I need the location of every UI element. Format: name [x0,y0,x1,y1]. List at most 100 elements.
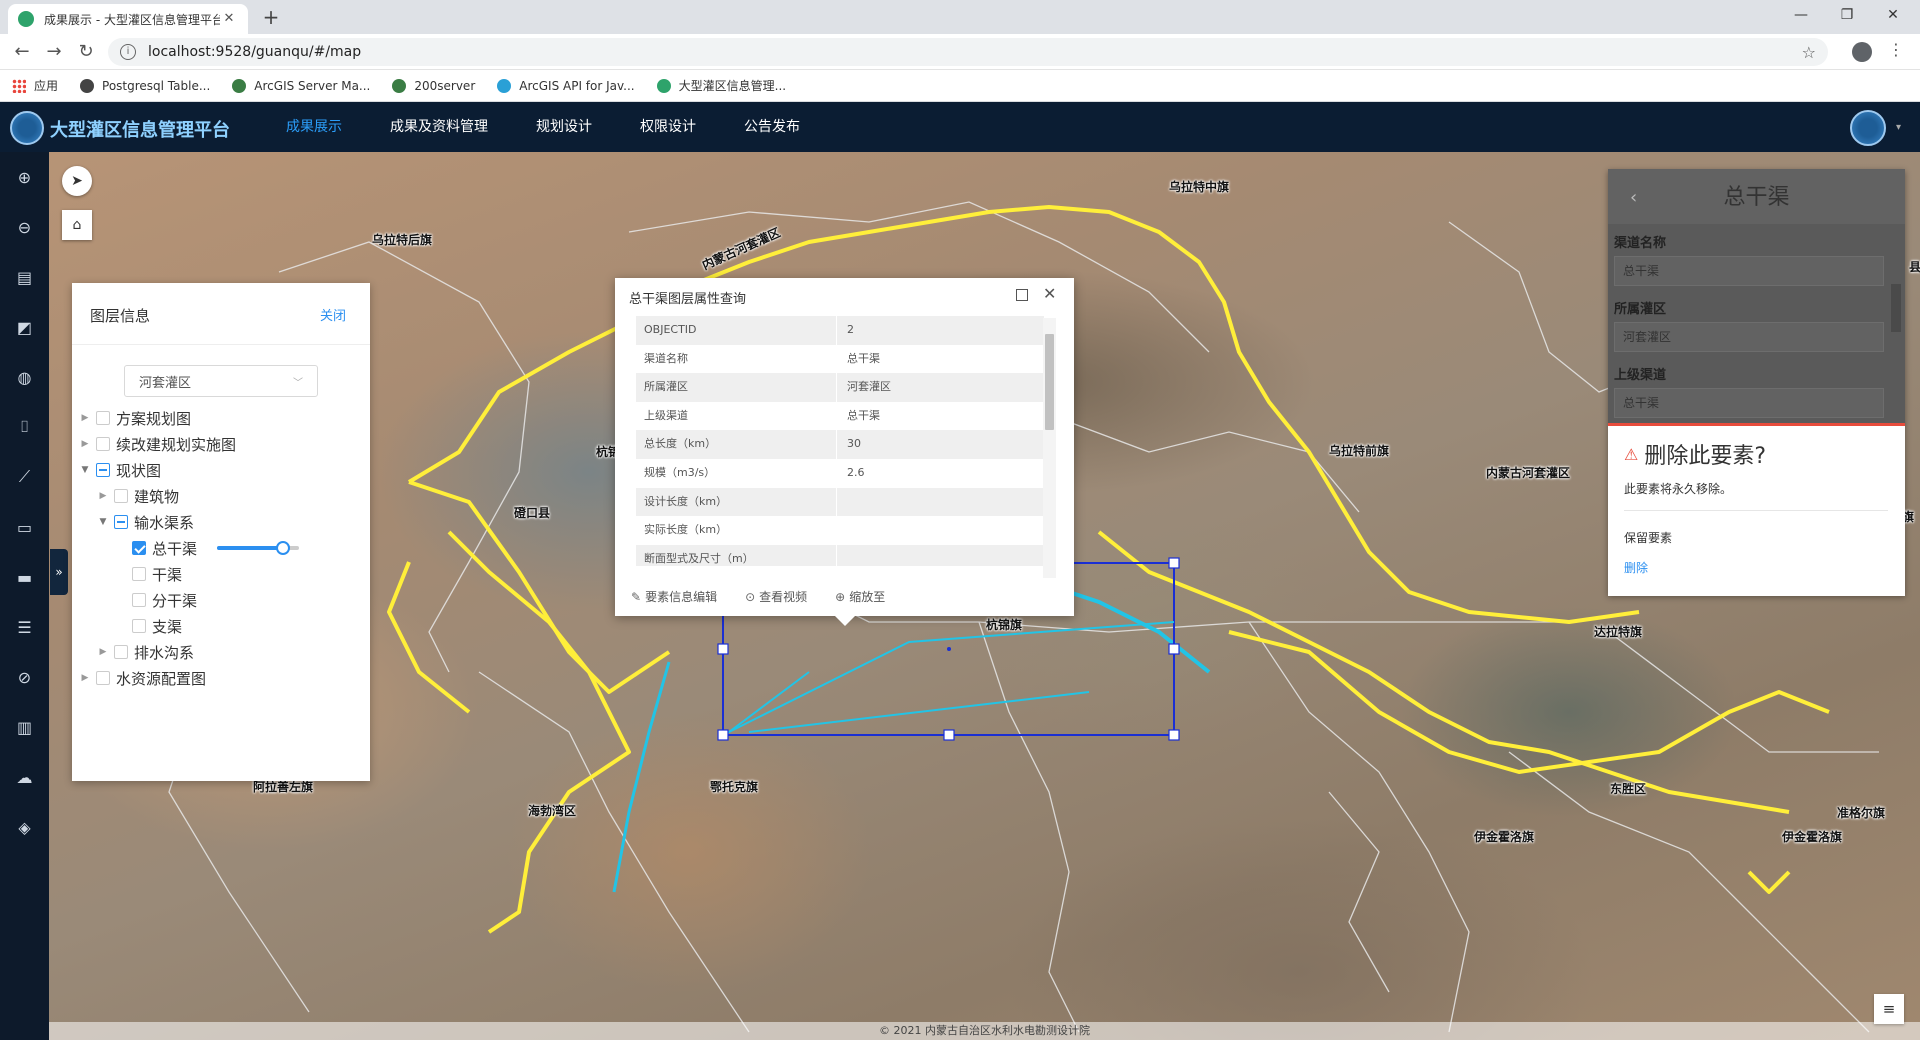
form-field-input[interactable]: 总干渠 [1614,388,1884,418]
popup-actions: ✎ 要素信息编辑 ⊙ 查看视频 ⊕ 缩放至 [631,588,913,605]
popup-action-button[interactable]: ⊙ 查看视频 [745,588,807,605]
bar-chart-icon[interactable]: ▥ [0,702,49,752]
layer-checkbox[interactable] [96,463,110,477]
bookmark-item[interactable]: Postgresql Table... [80,78,210,93]
layer-tree-node[interactable]: ▼ 现状图 [72,457,370,483]
list-icon[interactable]: ≡ [1874,994,1904,1024]
form-scrollbar[interactable] [1891,284,1901,332]
slider-handle[interactable] [275,541,290,555]
nav-item[interactable]: 成果及资料管理 [366,102,512,152]
edit-area-icon[interactable]: ▭ [0,502,49,552]
form-field-input[interactable]: 河套灌区 [1614,322,1884,352]
new-tab-icon[interactable]: + [258,4,284,30]
attribute-key: 断面型式及尺寸（m） [636,544,837,566]
layer-checkbox[interactable] [96,437,110,451]
globe-icon[interactable]: ◍ [0,352,49,402]
nav-item[interactable]: 权限设计 [616,102,720,152]
caret-down-icon[interactable]: ▼ [96,517,110,527]
popup-action-button[interactable]: ⊕ 缩放至 [835,588,885,605]
reload-icon[interactable]: ↻ [72,38,100,66]
layer-checkbox[interactable] [132,541,146,555]
stack-icon[interactable]: ◈ [0,802,49,852]
layer-tree-node[interactable]: 干渠 [72,561,370,587]
layer-tree-node[interactable]: ▶ 水资源配置图 [72,665,370,691]
pencil-icon: ✎ [631,589,642,604]
scrollbar-thumb[interactable] [1045,334,1054,430]
bookmark-item[interactable]: 大型灌区信息管理... [656,77,786,94]
nav-item[interactable]: 成果展示 [262,102,366,152]
caret-right-icon[interactable]: ▶ [78,673,92,683]
polyline-icon[interactable]: ⟋ [0,452,49,502]
nav-item[interactable]: 公告发布 [720,102,824,152]
upload-icon[interactable]: ☁ [0,752,49,802]
layer-tree-node[interactable]: ▶ 建筑物 [72,483,370,509]
layer-tree-node[interactable]: ▶ 排水沟系 [72,639,370,665]
zoom-out-icon[interactable]: ⊖ [0,202,49,252]
layer-tree-node[interactable]: ▶ 续改建规划实施图 [72,431,370,457]
attribute-table-scrollbar[interactable] [1043,318,1056,578]
maximize-icon[interactable] [1016,289,1028,301]
caret-right-icon[interactable]: ▶ [78,413,92,423]
forward-arrow-icon[interactable]: → [40,38,68,66]
bookmark-item[interactable]: ArcGIS API for Jav... [497,78,635,93]
place-label: 鄂托克旗 [710,780,759,794]
layer-checkbox[interactable] [96,411,110,425]
close-icon[interactable]: ✕ [1043,284,1056,303]
delete-feature-button[interactable]: 删除 [1624,559,1648,576]
layer-checkbox[interactable] [114,645,128,659]
restore-icon[interactable]: ❐ [1824,0,1870,30]
layer-tree-node[interactable]: 总干渠 [72,535,370,561]
caret-right-icon[interactable]: ▶ [78,439,92,449]
bookmark-label: ArcGIS API for Jav... [519,78,635,93]
info-icon[interactable]: i [120,44,136,60]
layer-checkbox[interactable] [132,619,146,633]
user-avatar[interactable] [1850,110,1886,146]
layer-panel-close-link[interactable]: 关闭 [320,305,346,324]
popup-action-button[interactable]: ✎ 要素信息编辑 [631,588,717,605]
caret-down-icon[interactable]: ▾ [1896,122,1901,133]
layer-checkbox[interactable] [96,671,110,685]
back-arrow-icon[interactable]: ← [8,38,36,66]
caret-right-icon[interactable]: ▶ [96,647,110,657]
zoom-in-icon[interactable]: ⊕ [0,152,49,202]
layer-checkbox[interactable] [132,567,146,581]
bookmark-item[interactable]: 200server [392,78,475,93]
attribute-value: 总干渠 [847,408,880,422]
table-icon[interactable]: ☰ [0,602,49,652]
star-icon[interactable]: ☆ [1802,43,1816,62]
keep-feature-button[interactable]: 保留要素 [1624,529,1672,546]
layers-doc-icon[interactable]: ▤ [0,252,49,302]
compass-icon[interactable]: ⊘ [0,652,49,702]
panel-collapse-toggle[interactable]: » [50,549,68,595]
caret-right-icon[interactable]: ▶ [96,491,110,501]
compass-icon[interactable]: ➤ [62,166,92,196]
browser-tab[interactable]: 成果展示 - 大型灌区信息管理平台 ✕ [8,4,248,34]
home-icon[interactable]: ⌂ [62,210,92,240]
address-toolbar: ← → ↻ i localhost:9528/guanqu/#/map ☆ ⋮ [0,34,1920,70]
profile-avatar-icon[interactable] [1852,42,1872,62]
layer-opacity-slider[interactable] [217,541,300,555]
layer-tree-node[interactable]: 分干渠 [72,587,370,613]
layer-tree-node[interactable]: ▼ 输水渠系 [72,509,370,535]
bookmark-item[interactable]: 应用 [12,77,58,94]
ruler-icon[interactable]: ▬ [0,552,49,602]
nav-item[interactable]: 规划设计 [512,102,616,152]
close-icon[interactable]: ✕ [220,10,238,28]
url-bar[interactable]: i localhost:9528/guanqu/#/map ☆ [108,38,1828,66]
menu-kebab-icon[interactable]: ⋮ [1888,40,1904,59]
chart-edit-icon[interactable]: ◩ [0,302,49,352]
window-close-icon[interactable]: ✕ [1870,0,1916,30]
place-label: 准格尔旗 [1837,806,1886,820]
region-select[interactable]: 河套灌区 ﹀ [124,365,318,397]
caret-down-icon[interactable]: ▼ [78,465,92,475]
form-field-input[interactable]: 总干渠 [1614,256,1884,286]
layer-tree-node[interactable]: 支渠 [72,613,370,639]
layer-checkbox[interactable] [114,515,128,529]
action-label: 缩放至 [849,590,886,604]
bookmark-item[interactable]: ArcGIS Server Ma... [232,78,370,93]
minimize-icon[interactable]: — [1778,0,1824,30]
layer-checkbox[interactable] [114,489,128,503]
layer-checkbox[interactable] [132,593,146,607]
layer-tree-node[interactable]: ▶ 方案规划图 [72,405,370,431]
marker-icon[interactable]: ⌷ [0,402,49,452]
